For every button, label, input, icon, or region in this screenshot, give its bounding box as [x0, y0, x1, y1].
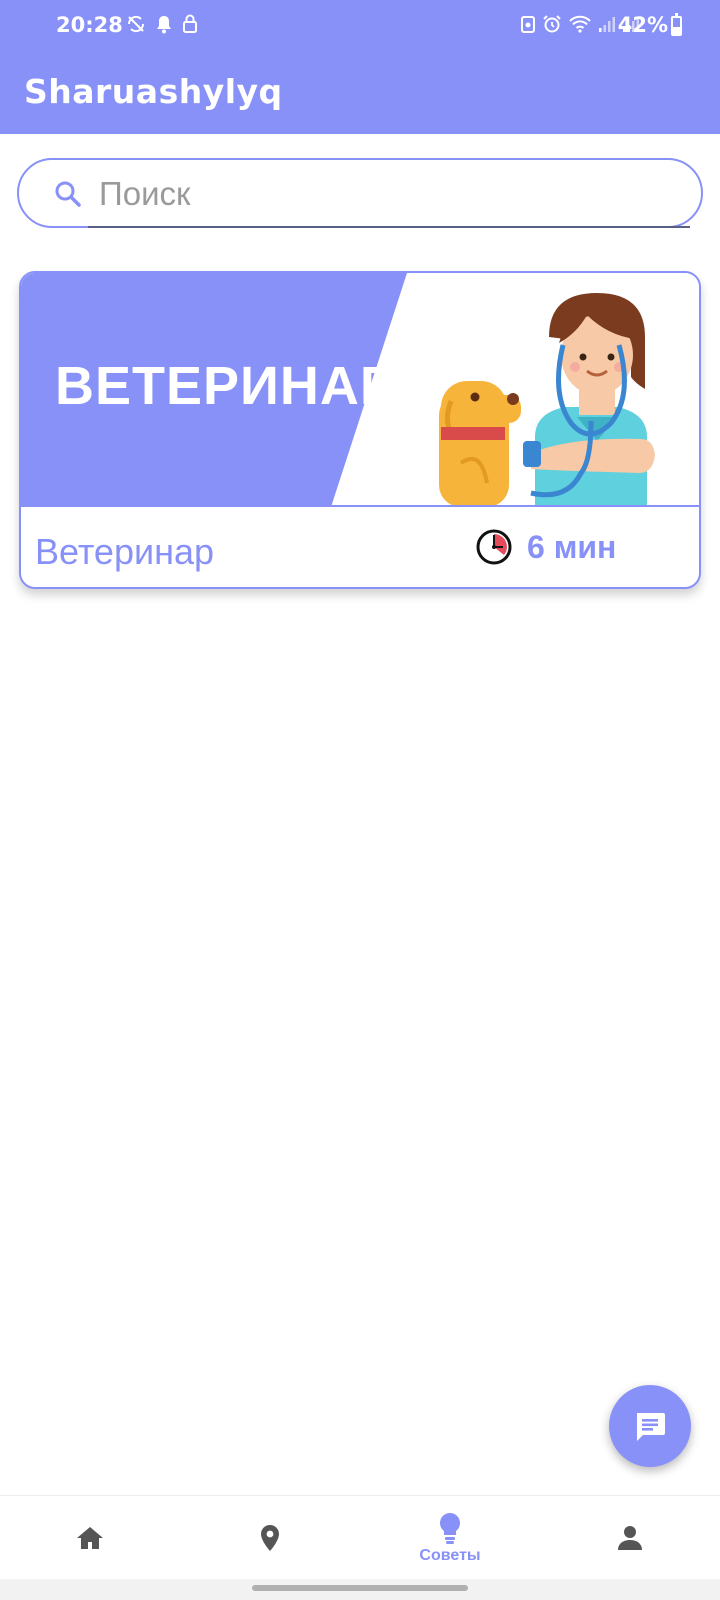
- signal-icon: [599, 17, 615, 32]
- card-divider: [21, 505, 699, 507]
- nav-item-home[interactable]: [0, 1496, 180, 1580]
- vet-with-dog-illustration: [439, 293, 655, 507]
- card-title: Ветеринар: [35, 531, 214, 572]
- nav-item-tips[interactable]: Советы: [360, 1496, 540, 1580]
- status-bar: 20:28 42%: [0, 0, 720, 56]
- sync-off-icon: [127, 15, 145, 33]
- read-time: 6 мин: [527, 529, 616, 566]
- card-banner: ВЕТЕРИНАР: [21, 273, 699, 507]
- wifi-icon: [569, 15, 591, 33]
- read-time-unit: мин: [553, 529, 617, 565]
- battery-icon: [671, 13, 682, 36]
- alarm-icon: [543, 15, 561, 33]
- person-icon: [618, 1526, 642, 1550]
- bell-icon: [157, 16, 171, 34]
- gesture-handle[interactable]: [252, 1585, 468, 1591]
- status-time: 20:28: [56, 13, 123, 37]
- chat-icon: [637, 1413, 665, 1441]
- status-left-icons: [126, 14, 198, 34]
- app-title: Sharuashylyq: [24, 72, 283, 111]
- location-pin-icon: [261, 1525, 279, 1551]
- vpn-icon: [521, 16, 535, 33]
- search-input[interactable]: [99, 168, 679, 220]
- lock-icon: [183, 14, 197, 33]
- banner-title: ВЕТЕРИНАР: [55, 356, 397, 416]
- lightbulb-icon: [440, 1513, 460, 1544]
- clock-icon: [476, 529, 512, 565]
- search-bar[interactable]: [17, 158, 703, 228]
- article-card[interactable]: ВЕТЕРИНАР Ветеринар 6 мин: [19, 271, 701, 589]
- nav-item-profile[interactable]: [540, 1496, 720, 1580]
- battery-percent: 42%: [617, 13, 668, 37]
- home-icon: [77, 1527, 103, 1549]
- read-time-value: 6: [527, 529, 545, 565]
- bottom-navigation: Советы: [0, 1495, 720, 1579]
- search-icon: [55, 181, 81, 207]
- nav-item-map[interactable]: [180, 1496, 360, 1580]
- nav-label-tips: Советы: [419, 1547, 481, 1564]
- search-underline: [88, 226, 690, 228]
- gesture-area: [0, 1579, 720, 1600]
- chat-fab-button[interactable]: [609, 1385, 691, 1467]
- app-header: 20:28 42% Sharuashylyq: [0, 0, 720, 134]
